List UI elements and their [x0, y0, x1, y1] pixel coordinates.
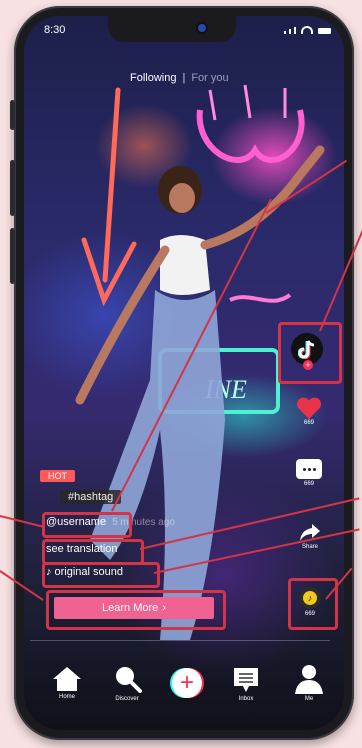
nav-create[interactable]: + [172, 668, 202, 698]
hot-badge: HOT [40, 470, 75, 482]
tab-for-you[interactable]: For you [191, 72, 228, 84]
music-disc-icon: ♪ [299, 587, 321, 609]
nav-me[interactable]: Me [293, 664, 325, 702]
learn-more-label: Learn More [102, 602, 159, 614]
share-action[interactable]: Share [298, 520, 322, 550]
comment-action[interactable]: 669 [296, 459, 322, 487]
create-plus-icon: + [172, 668, 202, 698]
video-screen[interactable] [24, 16, 344, 730]
nav-home-label: Home [58, 694, 75, 700]
sound-count: 669 [304, 611, 315, 617]
home-icon [53, 667, 81, 691]
sound-disc-action[interactable]: ♪ 669 [299, 587, 321, 617]
like-count: 669 [303, 420, 314, 426]
share-label: Share [301, 544, 318, 550]
nav-inbox-label: Inbox [238, 696, 254, 702]
battery-icon [318, 28, 331, 34]
inbox-icon [234, 668, 258, 692]
see-translation-link[interactable]: see translation [46, 543, 118, 555]
tiktok-logo-icon [298, 340, 315, 359]
share-arrow-icon [300, 524, 320, 541]
profile-icon [295, 665, 323, 694]
nav-discover-label: Discover [115, 696, 139, 702]
sound-row[interactable]: ♪ original sound [46, 566, 123, 578]
nav-inbox[interactable]: Inbox [232, 666, 260, 702]
post-time: 5 minutes ago [112, 516, 175, 528]
bottom-nav: Home Discover + Inbox Me [0, 660, 362, 710]
feed-tabs: Following | For you [130, 72, 229, 84]
music-note-icon: ♪ [46, 566, 52, 578]
username-link[interactable]: @username [46, 516, 106, 528]
learn-more-button[interactable]: Learn More › [54, 597, 214, 619]
tab-separator: | [182, 72, 186, 84]
notch [108, 16, 236, 42]
front-camera [198, 24, 206, 32]
heart-icon [296, 397, 322, 419]
volume-up-button [10, 160, 15, 216]
nav-me-label: Me [304, 696, 314, 702]
signal-icon [284, 31, 286, 34]
status-icons [284, 26, 331, 34]
wifi-icon [301, 26, 313, 34]
chevron-right-icon: › [162, 602, 166, 614]
sound-label: original sound [54, 566, 124, 578]
nav-home[interactable]: Home [52, 666, 82, 700]
volume-down-button [10, 228, 15, 284]
comment-icon [296, 459, 322, 479]
follow-plus-icon[interactable]: + [303, 360, 313, 370]
tab-following[interactable]: Following [130, 72, 176, 84]
search-icon [116, 667, 142, 693]
hashtag-chip[interactable]: #hashtag [60, 490, 122, 504]
nav-discover[interactable]: Discover [112, 664, 142, 702]
username-row: @username 5 minutes ago [46, 516, 175, 528]
status-time: 8:30 [44, 24, 66, 36]
comment-count: 669 [303, 481, 314, 487]
silent-switch [10, 100, 15, 130]
like-action[interactable]: 669 [296, 396, 322, 426]
nav-divider [30, 640, 330, 641]
